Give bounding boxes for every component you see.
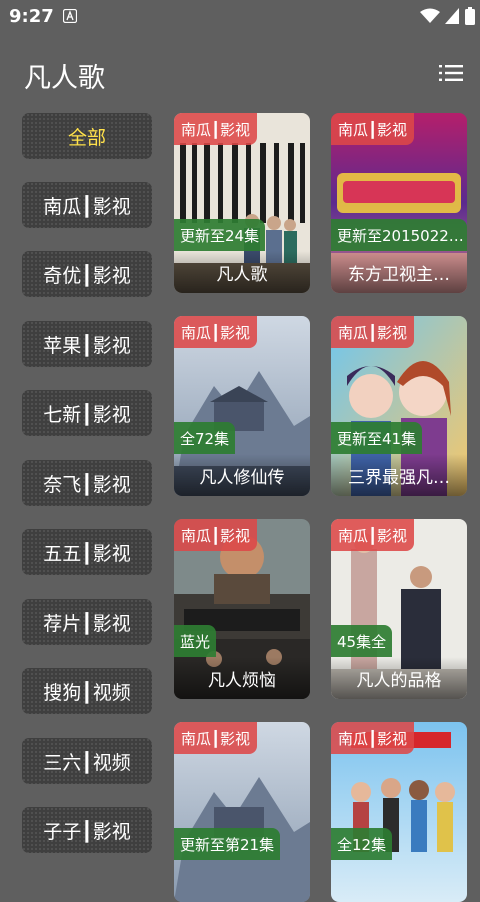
sidebar-item-label: 七新┃影视 xyxy=(43,403,131,426)
source-badge: 南瓜┃影视 xyxy=(174,113,258,145)
sidebar-item-zizi[interactable]: 子子┃影视 xyxy=(22,807,152,853)
sidebar-item-label: 三六┃视频 xyxy=(43,751,131,774)
result-title-bar: 东方卫视主… xyxy=(331,251,467,293)
sidebar-item-jianpian[interactable]: 荐片┃影视 xyxy=(22,599,152,645)
result-title: 东方卫视主… xyxy=(348,264,450,285)
sidebar-item-qixin[interactable]: 七新┃影视 xyxy=(22,390,152,436)
source-badge: 南瓜┃影视 xyxy=(331,113,415,145)
sidebar-item-qiyou[interactable]: 奇优┃影视 xyxy=(22,251,152,297)
sidebar-item-wuwu[interactable]: 五五┃影视 xyxy=(22,529,152,575)
sidebar-item-label: 搜狗┃视频 xyxy=(43,681,131,704)
result-card[interactable]: 南瓜┃影视 全12集 xyxy=(331,722,467,902)
progress-badge: 更新至24集 xyxy=(174,219,266,251)
progress-badge: 更新至2015022… xyxy=(331,219,467,251)
sidebar-item-label: 南瓜┃影视 xyxy=(43,195,131,218)
source-badge: 南瓜┃影视 xyxy=(331,519,415,551)
result-title-bar: 凡人歌 xyxy=(174,251,310,293)
sidebar-item-pingguo[interactable]: 苹果┃影视 xyxy=(22,321,152,367)
progress-badge: 蓝光 xyxy=(174,625,217,657)
result-card[interactable]: 南瓜┃影视 更新至24集 凡人歌 xyxy=(174,113,310,293)
source-badge: 南瓜┃影视 xyxy=(331,722,415,754)
progress-badge: 全72集 xyxy=(174,422,236,454)
result-title-bar: 凡人的品格 xyxy=(331,657,467,699)
progress-badge: 全12集 xyxy=(331,828,393,860)
result-card[interactable]: 南瓜┃影视 更新至2015022… 东方卫视主… xyxy=(331,113,467,293)
result-card[interactable]: 南瓜┃影视 蓝光 凡人烦恼 xyxy=(174,519,310,699)
result-title: 凡人修仙传 xyxy=(199,467,285,488)
status-time: 9:27 xyxy=(9,6,54,27)
progress-badge: 更新至第21集 xyxy=(174,828,281,860)
result-card[interactable]: 南瓜┃影视 全72集 凡人修仙传 xyxy=(174,316,310,496)
list-menu-icon[interactable] xyxy=(437,62,465,84)
source-badge: 南瓜┃影视 xyxy=(331,316,415,348)
result-title-bar: 凡人烦恼 xyxy=(174,657,310,699)
source-badge: 南瓜┃影视 xyxy=(174,519,258,551)
sidebar-item-sougou[interactable]: 搜狗┃视频 xyxy=(22,668,152,714)
sidebar-item-naifei[interactable]: 奈飞┃影视 xyxy=(22,460,152,506)
wifi-icon xyxy=(420,8,440,23)
sidebar-item-label: 奇优┃影视 xyxy=(43,264,131,287)
notification-icon xyxy=(63,9,77,23)
page-title: 凡人歌 xyxy=(24,63,105,94)
result-card[interactable]: 南瓜┃影视 更新至第21集 xyxy=(174,722,310,902)
sidebar-item-sanliu[interactable]: 三六┃视频 xyxy=(22,738,152,784)
result-title: 三界最强凡… xyxy=(348,467,450,488)
source-badge: 南瓜┃影视 xyxy=(174,722,258,754)
result-title: 凡人烦恼 xyxy=(208,670,276,691)
sidebar-item-label: 荐片┃影视 xyxy=(43,612,131,635)
status-bar: 9:27 xyxy=(0,0,480,34)
result-card[interactable]: 南瓜┃影视 45集全 凡人的品格 xyxy=(331,519,467,699)
battery-icon xyxy=(465,7,475,25)
sidebar-item-label: 五五┃影视 xyxy=(43,542,131,565)
sidebar-item-all[interactable]: 全部 xyxy=(22,113,152,159)
progress-badge: 更新至41集 xyxy=(331,422,423,454)
sidebar-item-label: 全部 xyxy=(67,126,106,149)
result-title-bar: 凡人修仙传 xyxy=(174,454,310,496)
result-title: 凡人歌 xyxy=(216,264,268,285)
sidebar-item-label: 苹果┃影视 xyxy=(43,334,131,357)
result-title: 凡人的品格 xyxy=(356,670,442,691)
progress-badge: 45集全 xyxy=(331,625,393,657)
result-card[interactable]: 南瓜┃影视 更新至41集 三界最强凡… xyxy=(331,316,467,496)
sidebar-item-label: 奈飞┃影视 xyxy=(43,473,131,496)
result-title-bar: 三界最强凡… xyxy=(331,454,467,496)
sidebar-item-nangua[interactable]: 南瓜┃影视 xyxy=(22,182,152,228)
signal-icon xyxy=(445,8,459,24)
source-badge: 南瓜┃影视 xyxy=(174,316,258,348)
sidebar-item-label: 子子┃影视 xyxy=(43,820,131,843)
